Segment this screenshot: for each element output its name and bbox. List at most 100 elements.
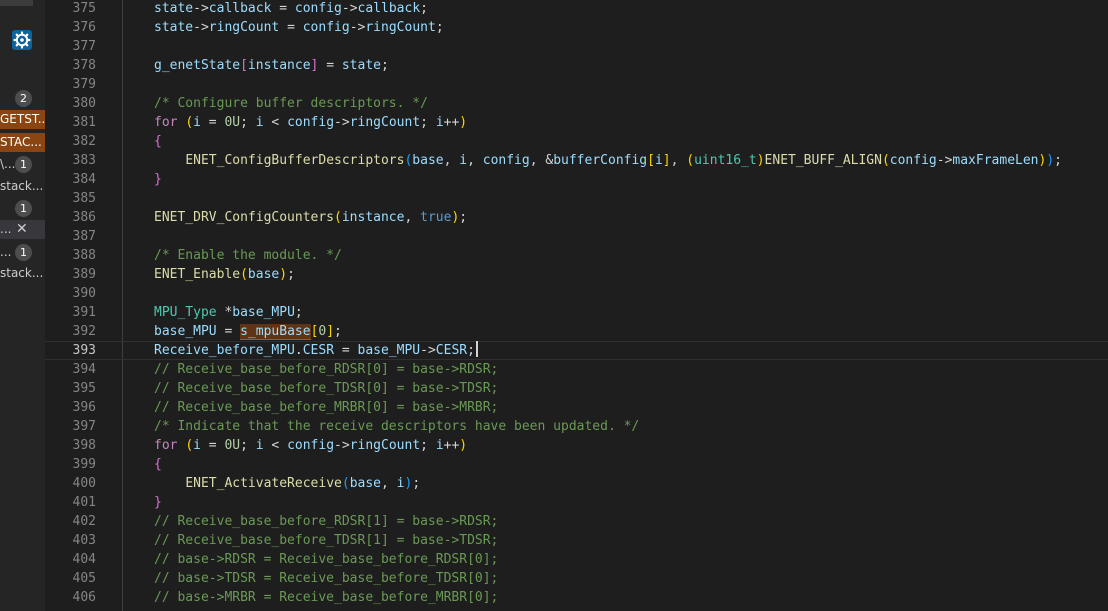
sidebar-row-label: stack... <box>0 179 44 193</box>
code-token: 0U <box>224 438 241 453</box>
code-token: base <box>247 267 280 282</box>
code-line[interactable]: 381 for (i = 0U; i < config->ringCount; i… <box>45 113 1108 132</box>
code-token: = <box>200 438 225 453</box>
code-token: ; <box>467 343 475 358</box>
line-number: 387 <box>72 229 96 244</box>
code-token: ENET_ActivateReceive <box>185 476 342 491</box>
code-token: = <box>216 324 241 339</box>
code-line[interactable]: 385 <box>45 189 1108 208</box>
sidebar-row[interactable]: GETST... <box>0 110 45 129</box>
line-number: 378 <box>72 58 96 73</box>
sidebar-row[interactable]: ... ✕ <box>0 220 45 239</box>
code-token: ) <box>1046 153 1055 168</box>
code-text: // Receive_base_before_TDSR[1] = base->T… <box>154 531 498 550</box>
code-token: callback <box>357 1 421 16</box>
code-line[interactable]: 383 ENET_ConfigBufferDescriptors (base, i… <box>45 151 1108 170</box>
code-token: . <box>294 343 303 358</box>
line-number: 399 <box>72 457 96 472</box>
code-text: // Receive_base_before_RDSR[0] = base->R… <box>154 360 498 379</box>
line-number: 389 <box>72 267 96 282</box>
code-token: , <box>404 210 421 225</box>
code-token: config <box>302 20 350 35</box>
code-line[interactable]: 398 for (i = 0U; i < config->ringCount; i… <box>45 436 1108 455</box>
code-line[interactable]: 402 // Receive_base_before_RDSR[1] = base… <box>45 512 1108 531</box>
code-token: instance <box>247 58 311 73</box>
code-line[interactable]: 390 <box>45 284 1108 303</box>
code-token: i <box>435 438 444 453</box>
code-token: -> <box>936 153 953 168</box>
code-token: , <box>670 153 687 168</box>
code-line[interactable]: 382 { <box>45 132 1108 151</box>
code-line[interactable]: 395 // Receive_base_before_TDSR[0] = base… <box>45 379 1108 398</box>
code-line[interactable]: 392 base_MPU = s_mpuBase[0]; <box>45 322 1108 341</box>
code-line[interactable]: 389 ENET_Enable(base); <box>45 265 1108 284</box>
code-line[interactable]: 394 // Receive_base_before_RDSR[0] = base… <box>45 360 1108 379</box>
code-line[interactable]: 388 /* Enable the module. */ <box>45 246 1108 265</box>
close-icon[interactable]: ✕ <box>16 220 30 239</box>
code-line[interactable]: 376 state->ringCount = config->ringCount; <box>45 18 1108 37</box>
code-line[interactable]: 378 g_enetState[instance] = state; <box>45 56 1108 75</box>
code-text: ENET_Enable(base); <box>154 265 295 284</box>
sidebar-row[interactable]: stack... <box>0 177 45 196</box>
code-text: state->callback = config->callback; <box>154 0 428 18</box>
code-token: config <box>287 438 335 453</box>
code-line[interactable]: 379 <box>45 75 1108 94</box>
code-token: } <box>154 495 162 510</box>
code-token: // base->RDSR = Receive_base_before_RDSR… <box>154 552 499 567</box>
sidebar-row-label: stack... <box>0 266 44 280</box>
code-token: ; <box>1054 153 1062 168</box>
line-number: 376 <box>72 20 96 35</box>
line-number: 403 <box>72 533 96 548</box>
code-line[interactable]: 397 /* Indicate that the receive descript… <box>45 417 1108 436</box>
code-text: for (i = 0U; i < config->ringCount; i++) <box>154 436 467 455</box>
code-line[interactable]: 377 <box>45 37 1108 56</box>
code-line[interactable]: 387 <box>45 227 1108 246</box>
code-token: [ <box>240 58 248 73</box>
sidebar-row[interactable]: stack... <box>0 264 45 283</box>
code-line[interactable]: 391 MPU_Type *base_MPU; <box>45 303 1108 322</box>
text-cursor <box>475 341 478 357</box>
code-token: ; <box>420 1 428 16</box>
code-line[interactable]: 403 // Receive_base_before_TDSR[1] = base… <box>45 531 1108 550</box>
code-token: , & <box>529 153 554 168</box>
code-token: ] <box>326 324 335 339</box>
code-line[interactable]: 396 // Receive_base_before_MRBR[0] = base… <box>45 398 1108 417</box>
code-line[interactable]: 386 ENET_DRV_ConfigCounters(instance, tru… <box>45 208 1108 227</box>
code-text: base_MPU = s_mpuBase[0]; <box>154 322 342 341</box>
sidebar-row[interactable]: 1 <box>0 199 45 218</box>
code-token: config <box>889 153 937 168</box>
code-line[interactable]: 399 { <box>45 455 1108 474</box>
code-text: state->ringCount = config->ringCount; <box>154 18 444 37</box>
code-token: ; <box>420 115 436 130</box>
code-token: state <box>154 1 194 16</box>
code-line[interactable]: 400 ENET_ActivateReceive(base, i); <box>45 474 1108 493</box>
code-token: -> <box>349 20 366 35</box>
code-text: // Receive_base_before_TDSR[0] = base->T… <box>154 379 498 398</box>
sidebar-row[interactable]: \... 1 <box>0 155 45 174</box>
code-token: -> <box>420 343 436 358</box>
code-line[interactable]: 375 state->callback = config->callback; <box>45 0 1108 18</box>
code-token: , <box>443 153 460 168</box>
sidebar-row[interactable]: STAC... <box>0 133 45 152</box>
line-number: 390 <box>72 286 96 301</box>
code-line[interactable]: 404 // base->RDSR = Receive_base_before_R… <box>45 550 1108 569</box>
code-line[interactable]: 406 // base->MRBR = Receive_base_before_M… <box>45 588 1108 607</box>
code-token: { <box>154 457 162 472</box>
code-line[interactable]: 393 Receive_before_MPU.CESR = base_MPU->C… <box>45 341 1108 360</box>
code-token: ringCount <box>349 115 421 130</box>
line-number: 375 <box>72 1 96 16</box>
code-text: ENET_ActivateReceive(base, i); <box>154 474 420 493</box>
code-token: ENET_BUFF_ALIGN <box>764 153 882 168</box>
code-line[interactable]: 384} <box>45 170 1108 189</box>
settings-gear-icon[interactable] <box>12 30 32 50</box>
code-line[interactable]: 405 // base->TDSR = Receive_base_before_T… <box>45 569 1108 588</box>
sidebar-row[interactable]: ... 1 <box>0 243 45 262</box>
code-token: ( <box>240 267 248 282</box>
code-line[interactable]: 380 /* Configure buffer descriptors. */ <box>45 94 1108 113</box>
code-line[interactable]: 401} <box>45 493 1108 512</box>
sidebar-row[interactable]: 2 <box>0 89 45 108</box>
code-text: } <box>154 170 162 189</box>
code-token: for <box>154 115 178 130</box>
line-number: 384 <box>72 172 96 187</box>
